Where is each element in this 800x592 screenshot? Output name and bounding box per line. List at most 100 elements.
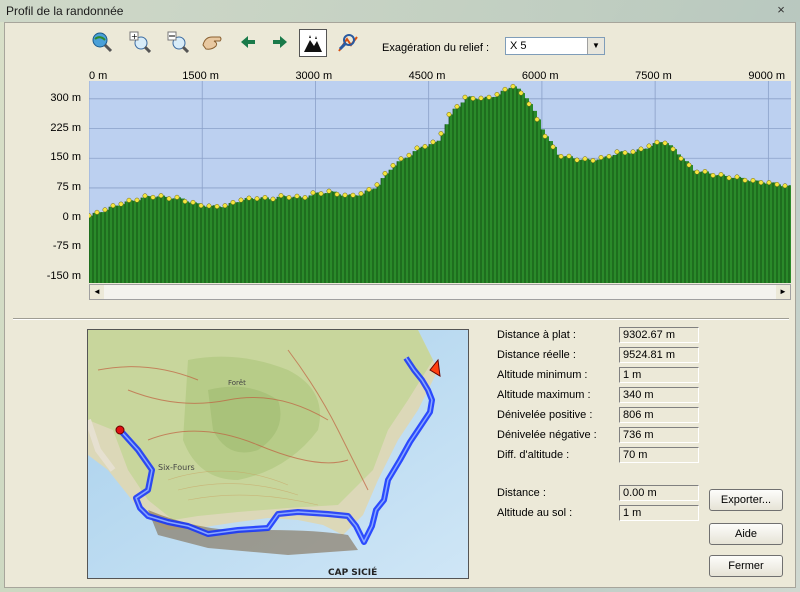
- profile-bar: [289, 197, 293, 283]
- profile-bar: [577, 160, 581, 283]
- horizontal-scrollbar[interactable]: ◄ ►: [89, 284, 791, 300]
- profile-bar: [641, 148, 645, 283]
- profile-point: [414, 145, 420, 151]
- profile-point: [302, 195, 308, 200]
- terrain-view-toggle[interactable]: [299, 29, 327, 57]
- profile-bar: [401, 158, 405, 283]
- profile-bar: [649, 145, 653, 283]
- profile-bar: [753, 180, 757, 283]
- elevation-chart: [86, 81, 793, 301]
- stat-value: 736 m: [619, 427, 699, 443]
- pan-button[interactable]: [199, 29, 225, 55]
- profile-bar: [261, 197, 265, 283]
- profile-bar: [201, 205, 205, 283]
- next-button[interactable]: [267, 29, 293, 55]
- profile-bar: [481, 98, 485, 283]
- stat-label: Distance à plat :: [497, 329, 576, 341]
- profile-bar: [705, 171, 709, 283]
- arrow-left-icon: [241, 36, 255, 48]
- profile-bar: [97, 212, 101, 283]
- profile-bar: [613, 154, 617, 283]
- profile-bar: [465, 97, 469, 284]
- profile-bar: [277, 196, 281, 283]
- title-bar[interactable]: Profil de la randonnée ×: [0, 0, 800, 22]
- zoom-in-button[interactable]: +: [127, 29, 153, 55]
- profile-bar: [237, 202, 241, 283]
- scroll-right-button[interactable]: ►: [776, 285, 790, 299]
- profile-point: [406, 152, 412, 158]
- profile-bar: [561, 156, 565, 283]
- profile-point: [310, 190, 316, 196]
- profile-point: [582, 156, 588, 162]
- start-marker: [115, 425, 125, 435]
- profile-bar: [425, 146, 429, 283]
- close-button[interactable]: Fermer: [709, 555, 783, 577]
- profile-point: [230, 199, 236, 205]
- zoom-search-icon: [338, 34, 358, 52]
- help-button[interactable]: Aide: [709, 523, 783, 545]
- profile-bar: [709, 173, 713, 283]
- profile-bar: [569, 156, 573, 283]
- profile-point: [238, 197, 244, 203]
- profile-bar: [377, 184, 381, 283]
- profile-bar: [129, 200, 133, 283]
- profile-bar: [781, 186, 785, 283]
- export-button[interactable]: Exporter...: [709, 489, 783, 511]
- close-window-button[interactable]: ×: [774, 3, 788, 17]
- stat-label: Dénivelée négative :: [497, 429, 597, 441]
- profile-point: [182, 199, 188, 204]
- profile-bar: [125, 201, 129, 283]
- profile-bar: [173, 198, 177, 283]
- profile-bar: [729, 177, 733, 283]
- chevron-down-icon[interactable]: ▼: [587, 38, 604, 54]
- profile-point: [558, 154, 564, 159]
- profile-bar: [433, 142, 437, 283]
- profile-bar: [93, 212, 97, 283]
- profile-point: [742, 177, 748, 183]
- terrain-view-icon: [303, 33, 323, 53]
- profile-bar: [393, 165, 397, 283]
- profile-bar: [777, 184, 781, 283]
- profile-bar: [189, 202, 193, 283]
- profile-bar: [281, 195, 285, 283]
- profile-point: [662, 140, 668, 146]
- svg-text:Six-Fours: Six-Fours: [158, 463, 195, 472]
- profile-bar: [573, 158, 577, 283]
- profile-bar: [785, 185, 789, 283]
- exaggeration-select[interactable]: X 5 ▼: [505, 37, 605, 55]
- zoom-globe-button[interactable]: [89, 29, 115, 55]
- profile-bar: [353, 195, 357, 283]
- profile-bar: [437, 140, 441, 283]
- profile-bar: [473, 98, 477, 283]
- profile-bar: [225, 205, 229, 283]
- zoom-out-button[interactable]: [165, 29, 191, 55]
- profile-point: [326, 188, 332, 194]
- profile-bar: [609, 156, 613, 283]
- profile-bar: [209, 205, 213, 283]
- profile-bar: [745, 180, 749, 283]
- previous-button[interactable]: [235, 29, 261, 55]
- profile-bar: [181, 198, 185, 283]
- search-zoom-button[interactable]: [335, 29, 361, 55]
- profile-bar: [309, 195, 313, 283]
- profile-bar: [269, 199, 273, 283]
- profile-point: [198, 203, 204, 209]
- profile-bar: [293, 196, 297, 283]
- profile-point: [486, 94, 492, 100]
- profile-bar: [373, 188, 377, 283]
- profile-point: [358, 191, 364, 197]
- scroll-left-button[interactable]: ◄: [90, 285, 104, 299]
- profile-bar: [665, 143, 669, 283]
- profile-point: [350, 192, 356, 198]
- cursor-value: 1 m: [619, 505, 699, 521]
- profile-point: [734, 174, 740, 180]
- profile-bar: [585, 158, 589, 283]
- stat-value: 806 m: [619, 407, 699, 423]
- profile-bar: [413, 151, 417, 283]
- profile-bar: [305, 197, 309, 283]
- stat-label: Altitude maximum :: [497, 389, 591, 401]
- profile-bar: [265, 197, 269, 283]
- profile-bar: [629, 153, 633, 283]
- profile-bar: [513, 86, 517, 283]
- profile-bar: [349, 194, 353, 283]
